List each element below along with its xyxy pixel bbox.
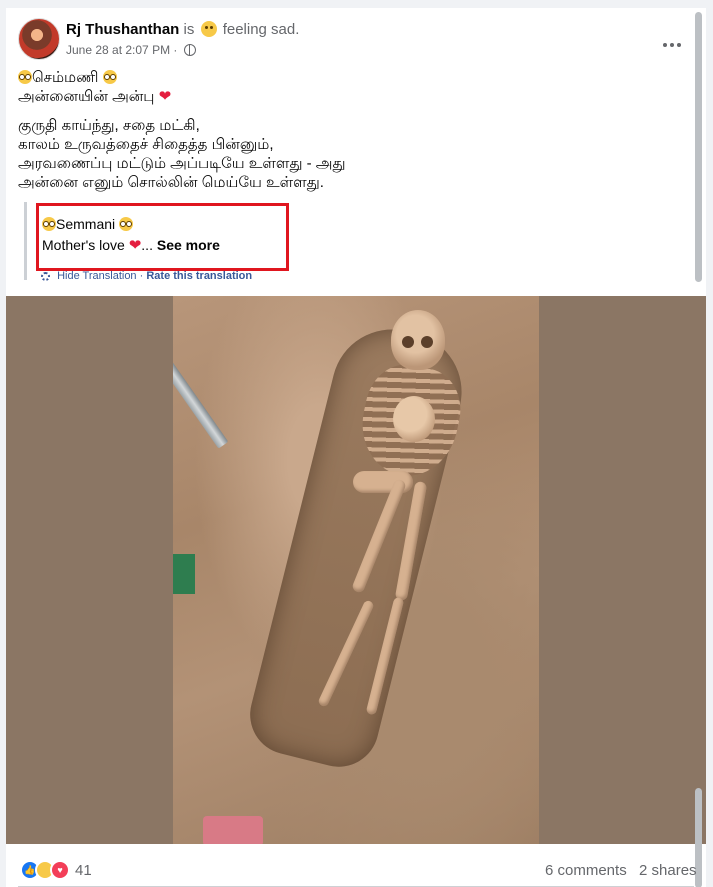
photo-trowel <box>173 343 229 449</box>
verse-line: அன்னை எனும் சொல்லின் மெய்யே உள்ளது. <box>18 174 324 191</box>
gear-icon <box>41 272 50 281</box>
post-media[interactable] <box>6 296 706 844</box>
photo-adult-skull <box>391 310 445 370</box>
verse-line: காலம் உருவத்தைச் சிதைத்த பின்னும், <box>18 136 274 153</box>
hide-translation-link[interactable]: Hide Translation <box>57 270 137 282</box>
shares-count[interactable]: 2 shares <box>639 862 697 879</box>
pleading-face-icon <box>102 70 117 84</box>
dot-icon <box>677 43 681 47</box>
reaction-count[interactable]: 41 <box>75 862 92 879</box>
feeling-text: feeling sad. <box>222 21 300 38</box>
highlight-annotation <box>36 203 289 271</box>
love-icon: ♥ <box>50 860 70 880</box>
author-line: Rj Thushanthan is feeling sad. <box>66 21 299 38</box>
dot-icon <box>663 43 667 47</box>
link-separator: · <box>139 270 144 282</box>
post-subtitle: அன்னையின் அன்பு <box>18 88 155 105</box>
verse-line: குருதி காய்ந்து, சதை மட்கி, <box>18 117 200 134</box>
rate-translation-link[interactable]: Rate this translation <box>146 270 252 282</box>
post-subtitle-line: அன்னையின் அன்பு ❤ <box>18 87 676 106</box>
post-meta: June 28 at 2:07 PM · <box>66 43 196 57</box>
post-footer: 👍 ♥ 41 6 comments 2 shares <box>6 846 706 887</box>
avatar[interactable] <box>18 18 60 60</box>
post-card: Rj Thushanthan is feeling sad. June 28 a… <box>6 8 706 887</box>
reactions-summary[interactable]: 👍 ♥ 41 <box>20 860 92 880</box>
comments-count[interactable]: 6 comments <box>545 862 627 879</box>
verse-line: அரவணைப்பு மட்டும் அப்படியே உள்ளது - அது <box>18 155 346 172</box>
post-text: செம்மணி அன்னையின் அன்பு ❤ குருதி காய்ந்த… <box>18 68 676 192</box>
author-name[interactable]: Rj Thushanthan <box>66 21 179 38</box>
pleading-face-icon <box>18 70 32 84</box>
globe-icon[interactable] <box>183 44 196 56</box>
is-text: is <box>183 21 195 38</box>
photo-green-box <box>173 554 195 594</box>
more-options-button[interactable] <box>660 38 684 52</box>
photo-pink-object <box>203 816 263 844</box>
post-title: செம்மணி <box>32 69 99 86</box>
post-title-line: செம்மணி <box>18 68 676 87</box>
dot-icon <box>670 43 674 47</box>
feeling-emoji-icon <box>200 21 217 37</box>
photo-child-skull <box>393 396 435 442</box>
meta-separator: · <box>173 43 178 57</box>
translation-links: Hide Translation · Rate this translation <box>41 270 252 282</box>
heart-icon: ❤ <box>158 88 172 105</box>
post-photo[interactable] <box>173 296 539 844</box>
post-header: Rj Thushanthan is feeling sad. June 28 a… <box>18 18 694 64</box>
timestamp[interactable]: June 28 at 2:07 PM <box>66 43 170 57</box>
scrollbar-thumb[interactable] <box>695 12 702 282</box>
